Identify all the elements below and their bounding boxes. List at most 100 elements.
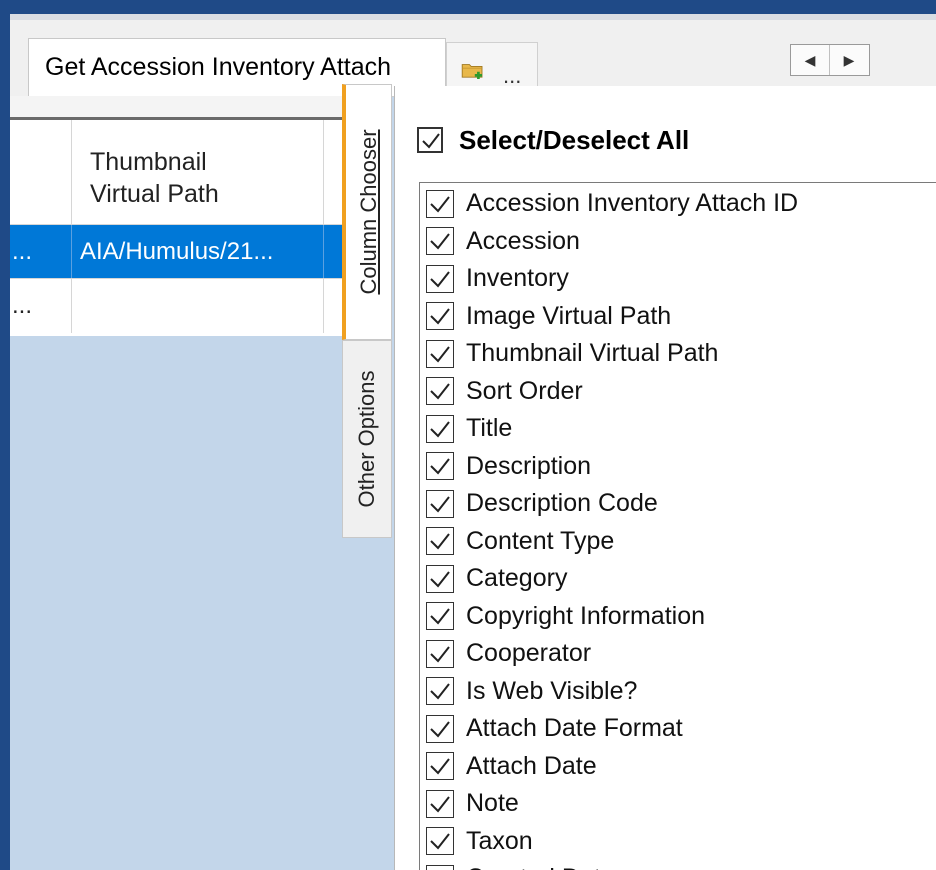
column-checkbox-label: Attach Date Format [466, 714, 683, 742]
grid-header-bar [10, 96, 346, 120]
column-checkbox-label: Category [466, 564, 568, 592]
checkbox[interactable] [426, 227, 454, 255]
scroll-left-button[interactable]: ◀ [791, 45, 830, 75]
column-checkbox-label: Content Type [466, 526, 615, 555]
checkbox[interactable] [426, 864, 454, 870]
column-checkbox-item[interactable]: Sort Order [426, 373, 583, 410]
checkbox[interactable] [426, 639, 454, 668]
column-checkbox-item[interactable]: Accession [426, 223, 580, 260]
checkbox[interactable] [426, 827, 454, 855]
column-checkbox-label: Description Code [466, 489, 658, 517]
column-checkbox-item[interactable]: Cooperator [426, 635, 591, 672]
column-checkbox-item[interactable]: Attach Date Format [426, 710, 683, 747]
column-checkbox-item[interactable]: Content Type [426, 523, 614, 560]
column-checkbox-item[interactable]: Attach Date [426, 748, 597, 785]
checkmark-icon [430, 420, 450, 438]
select-all-checkbox[interactable]: Select/Deselect All [417, 124, 689, 156]
column-checkbox-label: Accession [466, 226, 580, 255]
column-checkbox-item[interactable]: Taxon [426, 823, 533, 860]
column-checkbox-item[interactable]: Title [426, 410, 512, 447]
checkbox[interactable] [426, 377, 454, 405]
column-checkbox-item[interactable]: Created Date [426, 860, 615, 870]
column-header-label: Thumbnail Virtual Path [90, 148, 219, 208]
checkmark-icon [430, 495, 450, 513]
column-checkbox-item[interactable]: Thumbnail Virtual Path [426, 335, 718, 372]
checkmark-icon [430, 270, 450, 288]
column-checkbox-item[interactable]: Accession Inventory Attach ID [426, 185, 798, 222]
column-checkbox-label: Accession Inventory Attach ID [466, 189, 799, 217]
column-header[interactable] [10, 120, 72, 224]
column-checkbox-item[interactable]: Description [426, 448, 591, 485]
column-checklist[interactable]: Accession Inventory Attach ID Accession In… [419, 182, 936, 870]
checkmark-icon [430, 795, 450, 813]
table-cell[interactable]: ... [10, 279, 72, 333]
table-row[interactable]: ... [10, 278, 346, 333]
checkbox[interactable] [426, 189, 454, 218]
data-grid: Thumbnail Virtual Path ... AIA/Humulus/2… [10, 96, 346, 336]
checkbox[interactable] [426, 489, 454, 518]
checkmark-icon [430, 233, 450, 250]
checkbox[interactable] [426, 714, 454, 743]
column-checkbox-label: Description [466, 451, 592, 480]
checkmark-icon [430, 683, 450, 700]
checkmark-icon [430, 533, 450, 550]
arrow-left-icon: ◀ [804, 52, 816, 68]
column-checkbox-label: Inventory [466, 264, 569, 292]
checkmark-icon [430, 608, 450, 625]
tab-label: Get Accession Inventory Attach [45, 53, 392, 81]
table-cell[interactable] [72, 279, 324, 333]
checkbox[interactable] [426, 452, 454, 480]
checkmark-icon [430, 458, 450, 475]
checkbox[interactable] [426, 752, 454, 780]
checkmark-icon [430, 758, 450, 775]
table-cell[interactable]: ... [10, 225, 72, 279]
column-checkbox-item[interactable]: Image Virtual Path [426, 298, 671, 335]
checkmark-icon [428, 867, 452, 870]
column-checkbox-label: Sort Order [466, 376, 583, 405]
column-checkbox-item[interactable]: Copyright Information [426, 598, 705, 635]
table-cell[interactable]: AIA/Humulus/21... [72, 225, 324, 279]
checkmark-icon [430, 720, 450, 738]
tab-other-options[interactable]: Other Options [342, 340, 392, 538]
column-checkbox-label: Title [466, 414, 513, 442]
checkbox[interactable] [426, 789, 454, 818]
checkmark-icon [422, 133, 440, 149]
checkbox[interactable] [426, 527, 454, 555]
column-checkbox-item[interactable]: Description Code [426, 485, 658, 522]
checkbox[interactable] [426, 414, 454, 443]
column-checkbox-label: Copyright Information [466, 601, 706, 630]
checkbox[interactable] [426, 564, 454, 593]
column-checkbox-item[interactable]: Note [426, 785, 519, 822]
column-checkbox-label: Taxon [466, 826, 533, 855]
column-checkbox-label: Attach Date [466, 751, 597, 780]
tab-column-chooser[interactable]: Column Chooser [342, 84, 392, 340]
checkbox[interactable] [426, 264, 454, 293]
column-checkbox-item[interactable]: Is Web Visible? [426, 673, 637, 710]
column-checkbox-label: Thumbnail Virtual Path [466, 339, 719, 367]
checkbox[interactable] [426, 602, 454, 630]
checkmark-icon [430, 308, 450, 325]
column-checkbox-label: Created Date [466, 864, 615, 870]
column-checkbox-label: Note [466, 789, 519, 817]
checkmark-icon [430, 645, 450, 663]
checkbox[interactable] [426, 677, 454, 705]
tab-other-options-label: Other Options [354, 370, 379, 508]
checkmark-icon [430, 833, 450, 850]
column-checkbox-label: Image Virtual Path [466, 301, 672, 330]
scroll-right-button[interactable]: ▶ [830, 45, 868, 75]
checkmark-icon [430, 195, 450, 213]
column-checkbox-label: Cooperator [466, 639, 592, 667]
checkbox[interactable] [426, 339, 454, 368]
checkmark-icon [430, 570, 450, 588]
checkmark-icon [430, 383, 450, 400]
column-checkbox-label: Is Web Visible? [466, 676, 638, 705]
folder-add-icon [461, 64, 483, 79]
checkbox[interactable] [417, 127, 443, 153]
table-row-selected[interactable]: ... AIA/Humulus/21... [10, 224, 346, 279]
column-header-thumbnail-virtual-path[interactable]: Thumbnail Virtual Path [72, 120, 324, 224]
column-checkbox-item[interactable]: Inventory [426, 260, 569, 297]
tab-column-chooser-label: Column Chooser [355, 129, 381, 295]
window: Get Accession Inventory Attach ... ◀ ▶ T… [10, 14, 936, 870]
column-checkbox-item[interactable]: Category [426, 560, 567, 597]
checkbox[interactable] [426, 302, 454, 330]
